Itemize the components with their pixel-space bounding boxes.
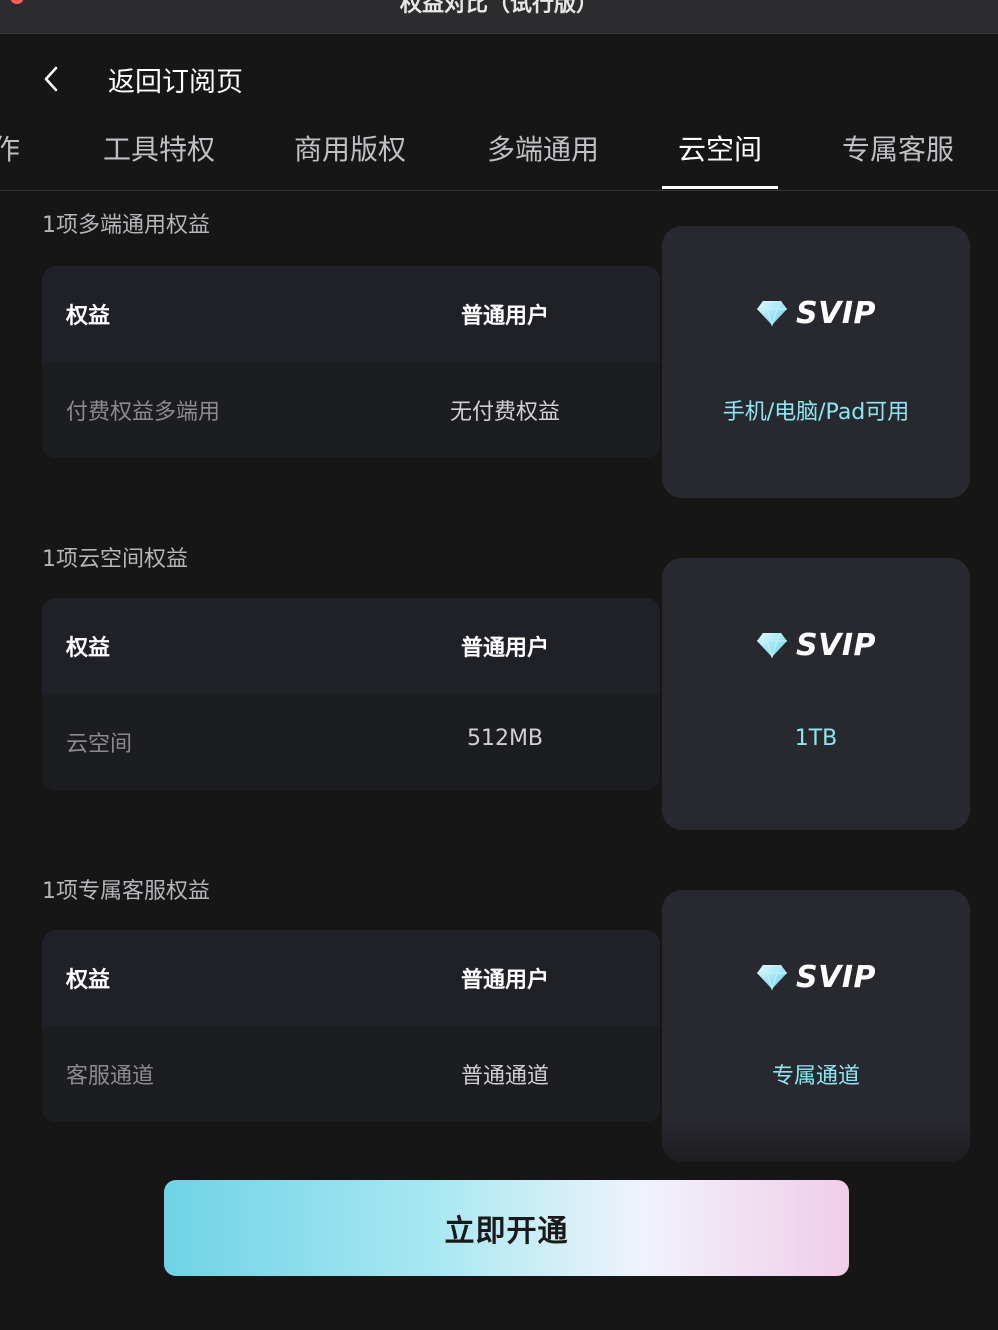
svip-label: SVIP <box>796 627 876 663</box>
tab-bar: 作 工具特权 商用版权 多端通用 云空间 专属客服 <box>0 118 998 191</box>
svip-card-cloud-space: SVIP 1TB <box>662 558 970 830</box>
svip-label: SVIP <box>796 959 876 995</box>
tab-commercial-copyright[interactable]: 商用版权 <box>294 128 406 168</box>
svip-label: SVIP <box>796 295 876 331</box>
row-normal-value: 无付费权益 <box>449 400 560 425</box>
row-benefit: 付费权益多端用 <box>66 400 221 425</box>
header-benefit: 权益 <box>66 968 111 993</box>
tab-tool-privilege[interactable]: 工具特权 <box>103 128 215 168</box>
row-benefit: 云空间 <box>66 732 133 757</box>
window-title: 权益对比（试行版） <box>399 0 598 17</box>
table-header-row: 权益 普通用户 <box>42 266 660 362</box>
header-benefit: 权益 <box>66 304 111 329</box>
subscribe-now-button[interactable]: 立即开通 <box>164 1180 849 1276</box>
subscribe-now-label: 立即开通 <box>444 1215 569 1248</box>
section-title-exclusive-service: 1项专属客服权益 <box>42 879 210 904</box>
svip-badge: SVIP <box>662 627 970 663</box>
active-tab-indicator <box>662 186 778 189</box>
tab-partial[interactable]: 作 <box>0 128 20 168</box>
back-label[interactable]: 返回订阅页 <box>108 60 243 99</box>
section-title-cloud-space: 1项云空间权益 <box>42 547 188 572</box>
row-normal-value: 512MB <box>466 726 544 751</box>
row-normal-value: 普通通道 <box>460 1064 549 1089</box>
tab-cloud-space[interactable]: 云空间 <box>678 128 762 168</box>
svip-value: 手机/电脑/Pad可用 <box>722 400 910 425</box>
table-header-row: 权益 普通用户 <box>42 930 660 1026</box>
top-bar: 返回订阅页 <box>0 34 998 124</box>
svip-value: 1TB <box>794 726 838 751</box>
header-normal-user: 普通用户 <box>460 304 549 329</box>
tab-multi-device[interactable]: 多端通用 <box>487 128 599 168</box>
diamond-icon <box>757 300 787 326</box>
chevron-left-icon <box>44 66 58 92</box>
section-title-multi-device: 1项多端通用权益 <box>42 213 210 238</box>
table-row: 付费权益多端用 无付费权益 <box>42 362 660 458</box>
comparison-table-multi-device: 权益 普通用户 付费权益多端用 无付费权益 <box>42 266 660 458</box>
header-normal-user: 普通用户 <box>460 968 549 993</box>
svip-badge: SVIP <box>662 295 970 331</box>
svip-card-exclusive-service: SVIP 专属通道 <box>662 890 970 1162</box>
row-benefit: 客服通道 <box>66 1064 155 1089</box>
comparison-table-cloud-space: 权益 普通用户 云空间 512MB <box>42 598 660 790</box>
table-header-row: 权益 普通用户 <box>42 598 660 694</box>
svip-badge: SVIP <box>662 959 970 995</box>
back-button[interactable] <box>36 64 66 94</box>
diamond-icon <box>757 632 787 658</box>
header-benefit: 权益 <box>66 636 111 661</box>
header-normal-user: 普通用户 <box>460 636 549 661</box>
table-row: 客服通道 普通通道 <box>42 1026 660 1122</box>
window-titlebar: 权益对比（试行版） <box>0 0 998 34</box>
comparison-table-exclusive-service: 权益 普通用户 客服通道 普通通道 <box>42 930 660 1122</box>
diamond-icon <box>757 964 787 990</box>
table-row: 云空间 512MB <box>42 694 660 790</box>
svip-card-multi-device: SVIP 手机/电脑/Pad可用 <box>662 226 970 498</box>
tab-exclusive-service[interactable]: 专属客服 <box>842 128 954 168</box>
svip-value: 专属通道 <box>771 1064 860 1089</box>
benefits-scroll-area[interactable]: 1项多端通用权益 权益 普通用户 付费权益多端用 无付费权益 SVIP 手机/电… <box>0 191 998 1330</box>
